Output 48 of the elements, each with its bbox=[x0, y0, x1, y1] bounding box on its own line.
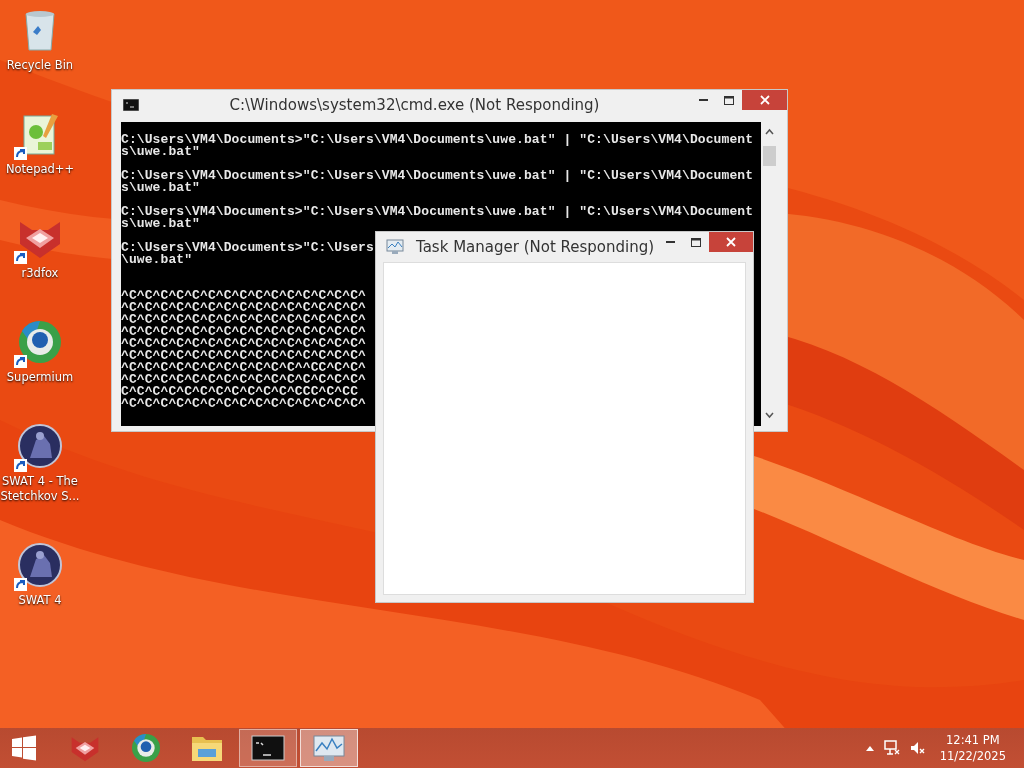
console-icon bbox=[251, 735, 285, 761]
console-line: ^C^C^C^C^C^C^C^C^C^C^C^C^C^C^C^ bbox=[121, 302, 366, 314]
window-title: Task Manager (Not Responding) bbox=[415, 238, 656, 256]
start-icon bbox=[10, 734, 38, 762]
close-icon bbox=[759, 95, 770, 105]
close-icon bbox=[726, 237, 736, 247]
desktop-shortcut[interactable]: Recycle Bin bbox=[0, 6, 80, 73]
desktop-shortcut[interactable]: Notepad++ bbox=[0, 110, 80, 177]
close-button[interactable] bbox=[709, 232, 753, 252]
muted-speaker-icon[interactable] bbox=[909, 740, 926, 756]
game-icon bbox=[16, 541, 64, 589]
console-line: ^C^C^C^C^C^C^C^C^C^C^C^C^C^C^C^ bbox=[121, 290, 366, 302]
desktop-shortcut[interactable]: SWAT 4 - The Stetchkov S... bbox=[0, 422, 80, 504]
console-line: ^C^C^C^C^C^C^C^C^C^C^C^C^C^C^C^ bbox=[121, 338, 366, 350]
console-line: ^C^C^C^C^C^C^C^C^C^C^C^C^C^C^C^ bbox=[121, 374, 366, 386]
window-title: C:\Windows\system32\cmd.exe (Not Responding) bbox=[228, 96, 601, 114]
clock[interactable]: 12:41 PM 11/22/2025 bbox=[935, 732, 1010, 764]
globe-icon bbox=[130, 732, 162, 764]
taskbar-button[interactable] bbox=[239, 729, 297, 767]
game-icon bbox=[16, 422, 64, 470]
console-line: ^C^C^C^C^C^C^C^C^C^C^C^C^C^C^C^ bbox=[121, 350, 366, 362]
minimize-icon bbox=[698, 99, 708, 101]
console-line: s\uwe.bat" bbox=[121, 182, 200, 194]
console-line: C^C^C^C^C^C^C^C^C^C^C^CCC^C^CC bbox=[121, 386, 359, 398]
console-line: C:\Users\VM4\Documents>"C:\Users\VM4\Documents\uwe.bat" | "C:\Users\VM4\Document bbox=[121, 206, 754, 218]
network-icon[interactable] bbox=[883, 740, 900, 756]
console-line: s\uwe.bat" bbox=[121, 218, 200, 230]
maximize-icon bbox=[691, 237, 701, 247]
close-button[interactable] bbox=[742, 90, 787, 110]
desktop-shortcut[interactable]: r3dfox bbox=[0, 214, 80, 281]
performance-monitor-icon bbox=[386, 239, 404, 255]
console-line: ^C^C^C^C^C^C^C^C^C^C^C^C^C^C^C^ bbox=[121, 314, 366, 326]
minimize-icon bbox=[665, 241, 675, 243]
console-icon bbox=[123, 99, 139, 111]
console-line: s\uwe.bat" bbox=[121, 146, 200, 158]
globe-icon bbox=[16, 318, 64, 366]
console-line: C:\Users\VM4\Documents>"C:\Users\VM4\Documents\uwe.bat" | "C:\Users\VM4\Document bbox=[121, 134, 754, 146]
console-line: \uwe.bat" bbox=[121, 254, 193, 266]
console-line: C:\Users\VM4\Documents>"C:\Users bbox=[121, 242, 374, 254]
console-line: ^C^C^C^C^C^C^C^C^C^C^C^C^C^C^C^ bbox=[121, 326, 366, 338]
console-line: ^C^C^C^C^C^C^C^C^C^C^C^^CC^C^C^ bbox=[121, 362, 366, 374]
maximize-icon bbox=[724, 95, 734, 105]
desktop-shortcut[interactable]: Supermium bbox=[0, 318, 80, 385]
console-line: C:\Users\VM4\Documents>"C:\Users\VM4\Documents\uwe.bat" | "C:\Users\VM4\Document bbox=[121, 170, 754, 182]
desktop-shortcut[interactable]: SWAT 4 bbox=[0, 541, 80, 608]
performance-monitor-icon bbox=[312, 733, 346, 763]
console-line: ^C^C^C^C^C^C^C^C^C^C^C^C^C^C^C^ bbox=[121, 398, 366, 410]
caret-icon[interactable] bbox=[865, 745, 874, 751]
